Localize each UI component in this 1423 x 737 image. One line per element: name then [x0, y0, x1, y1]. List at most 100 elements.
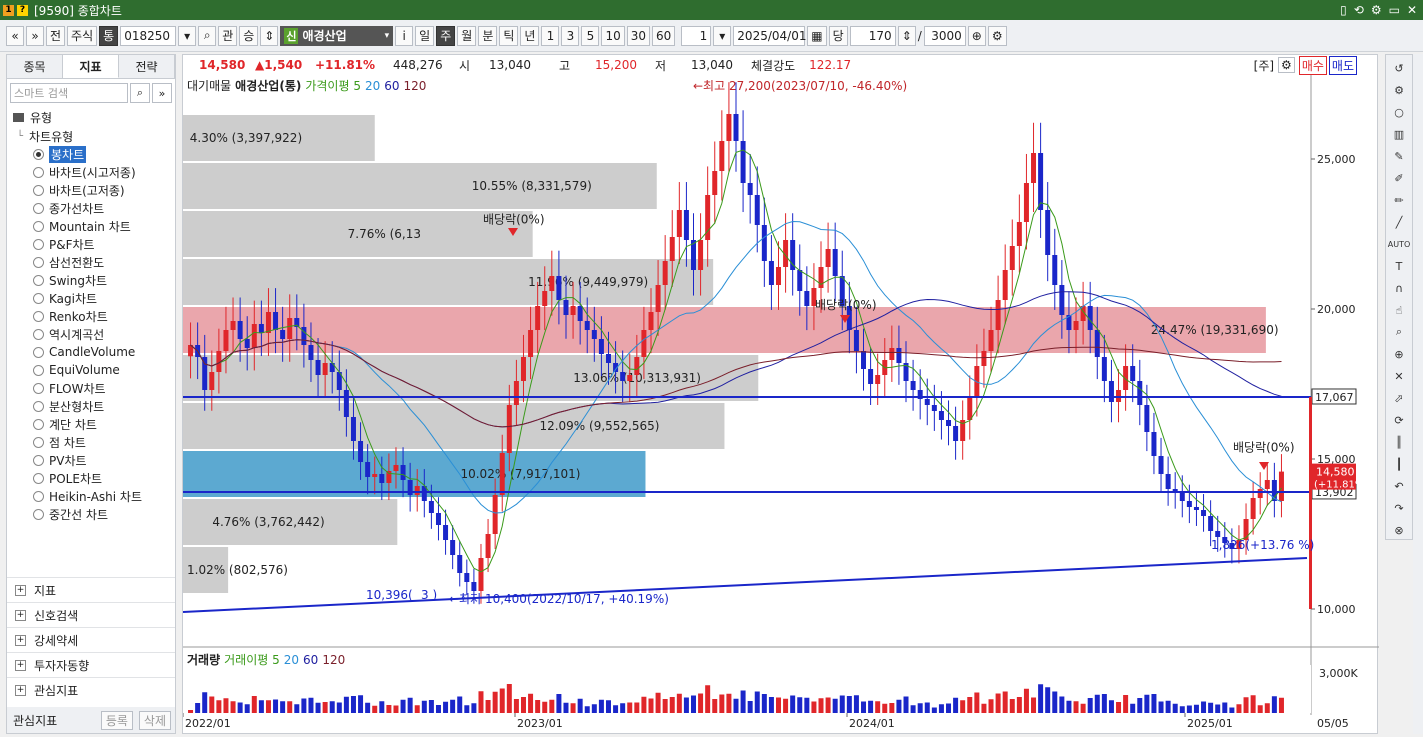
radio-icon[interactable] [33, 346, 44, 358]
section-item[interactable]: + 지표 [7, 577, 175, 602]
radio-icon[interactable] [33, 508, 44, 520]
all-button[interactable]: 전 [46, 25, 66, 46]
count-input[interactable]: 170 [849, 25, 896, 46]
chart-type-item[interactable]: Renko차트 [7, 307, 175, 325]
chart-type-item[interactable]: Swing차트 [7, 271, 175, 289]
chart-type-item[interactable]: Mountain 차트 [7, 217, 175, 235]
radio-icon[interactable] [33, 364, 44, 376]
delete-draw-icon[interactable]: ⊗ [1390, 521, 1408, 539]
tab-indicators[interactable]: 지표 [63, 55, 119, 78]
chart-type-item[interactable]: POLE차트 [7, 469, 175, 487]
toolbar-settings-icon[interactable]: ⚙ [987, 25, 1007, 46]
fibo-icon[interactable]: ┃ [1390, 455, 1408, 473]
radio-icon[interactable] [33, 202, 44, 214]
minute-60[interactable]: 60 [652, 25, 676, 46]
minute-30[interactable]: 30 [626, 25, 651, 46]
period-minute[interactable]: 분 [478, 25, 498, 46]
stock-dropdown-icon[interactable]: ▾ [385, 31, 390, 41]
interval-dropdown-icon[interactable]: ▾ [713, 25, 732, 46]
chart-type-head[interactable]: └ 차트유형 [7, 127, 175, 145]
expand-plus-icon[interactable]: + [15, 684, 26, 696]
code-dropdown-icon[interactable]: ▾ [178, 25, 197, 46]
radio-icon[interactable] [33, 454, 44, 466]
auto-icon[interactable]: AUTO [1388, 235, 1411, 253]
radio-icon[interactable] [33, 490, 44, 502]
period-month[interactable]: 월 [457, 25, 477, 46]
chart-settings-icon[interactable]: ⚙ [1278, 57, 1295, 73]
candle-chart[interactable]: 4.30% (3,397,922) 10.55% (8,331,579) 7.76%… [183, 75, 1379, 735]
help-icon[interactable]: ? [17, 4, 28, 16]
section-item[interactable]: + 투자자동향 [7, 652, 175, 677]
window-icon-1[interactable]: 1 [3, 4, 14, 16]
expand-plus-icon[interactable]: + [15, 609, 26, 621]
chart-type-item[interactable]: 중간선 차트 [7, 505, 175, 523]
tab-stocks[interactable]: 종목 [7, 55, 63, 78]
radio-icon[interactable] [33, 418, 44, 430]
minute-10[interactable]: 10 [601, 25, 625, 46]
vertical-scrollbar[interactable] [1413, 54, 1423, 734]
zoom-search-icon[interactable]: ⊕ [967, 25, 986, 46]
radio-icon[interactable] [33, 184, 44, 196]
magnet-icon[interactable]: ∩ [1390, 279, 1408, 297]
interval-input[interactable]: 1 [681, 25, 712, 46]
rotate-left-icon[interactable]: ↶ [1390, 477, 1408, 495]
radio-icon[interactable] [33, 274, 44, 286]
total-input[interactable]: 3000 [923, 25, 966, 46]
period-tick[interactable]: 틱 [499, 25, 519, 46]
chart-type-item[interactable]: 계단 차트 [7, 415, 175, 433]
chart-type-item[interactable]: 삼선전환도 [7, 253, 175, 271]
chart-type-item[interactable]: 봉차트 [7, 145, 175, 163]
minute-3[interactable]: 3 [561, 25, 580, 46]
bar-chart-icon[interactable]: ▥ [1390, 125, 1408, 143]
register-button[interactable]: 등록 [100, 710, 133, 730]
chart-type-item[interactable]: PV차트 [7, 451, 175, 469]
date-input[interactable]: 2025/04/01 [733, 25, 806, 46]
arrow-icon[interactable]: ⬀ [1390, 389, 1408, 407]
search-icon[interactable]: ⌕ [130, 83, 150, 103]
period-week[interactable]: 주 [436, 25, 456, 46]
radio-icon[interactable] [33, 400, 44, 412]
chart-type-item[interactable]: 종가선차트 [7, 199, 175, 217]
chart-type-item[interactable]: Kagi차트 [7, 289, 175, 307]
chart-type-item[interactable]: 바차트(시고저종) [7, 163, 175, 181]
circle-icon[interactable]: ○ [1390, 103, 1408, 121]
stock-button[interactable]: 주식 [67, 25, 98, 46]
text-icon[interactable]: T [1390, 257, 1408, 275]
gear-icon[interactable]: ⚙ [1390, 81, 1408, 99]
chart-type-item[interactable]: EquiVolume [7, 361, 175, 379]
radio-icon[interactable] [33, 310, 44, 322]
section-item[interactable]: + 신호검색 [7, 602, 175, 627]
chart-type-item[interactable]: 점 차트 [7, 433, 175, 451]
delete-button[interactable]: 삭제 [138, 710, 171, 730]
tab-strategy[interactable]: 전략 [119, 55, 175, 78]
close-icon[interactable]: ✕ [1407, 3, 1417, 17]
radio-icon[interactable] [33, 292, 44, 304]
chart-type-item[interactable]: CandleVolume [7, 343, 175, 361]
zoom-icon[interactable]: ⌕ [1390, 323, 1408, 341]
rotate-right-icon[interactable]: ↷ [1390, 499, 1408, 517]
chart-area[interactable]: 14,580 ▲1,540 +11.81% 448,276 시 13,040 고… [182, 54, 1379, 735]
maximize-icon[interactable]: ▭ [1389, 3, 1400, 17]
vertical-lines-icon[interactable]: ║ [1390, 433, 1408, 451]
buy-button[interactable]: 매수 [1298, 55, 1327, 75]
radio-icon[interactable] [33, 328, 44, 340]
stock-code-input[interactable]: 018250 [120, 25, 177, 46]
gwan-button[interactable]: 관 [218, 25, 238, 46]
section-item[interactable]: + 강세약세 [7, 627, 175, 652]
minute-5[interactable]: 5 [581, 25, 600, 46]
radio-icon[interactable] [33, 382, 44, 394]
radio-icon[interactable] [33, 472, 44, 484]
dang-button[interactable]: 당 [828, 25, 848, 46]
line-icon[interactable]: ╱ [1390, 213, 1408, 231]
period-day[interactable]: 일 [415, 25, 435, 46]
expand-plus-icon[interactable]: + [15, 634, 26, 646]
chart-type-item[interactable]: FLOW차트 [7, 379, 175, 397]
refresh-icon[interactable]: ⟲ [1354, 3, 1364, 17]
pen-icon[interactable]: ✎ [1390, 147, 1408, 165]
chart-type-item[interactable]: 역시계곡선 [7, 325, 175, 343]
section-item[interactable]: + 관심지표 [7, 677, 175, 702]
chart-type-item[interactable]: 분산형차트 [7, 397, 175, 415]
sell-button[interactable]: 매도 [1328, 55, 1357, 75]
spin-icon[interactable]: ⇕ [260, 25, 279, 46]
search-icon[interactable]: ⌕ [198, 25, 217, 46]
